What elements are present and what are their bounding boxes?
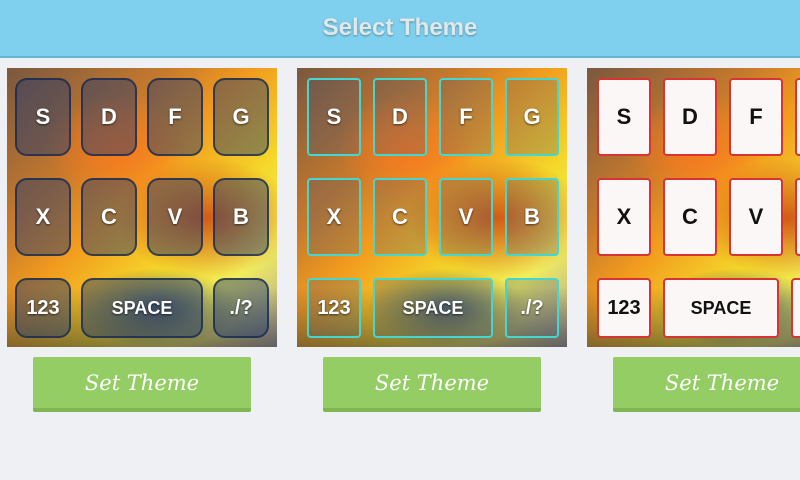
key-s: S — [15, 78, 71, 156]
set-theme-button-3[interactable]: Set Theme — [613, 357, 800, 412]
key-space: SPACE — [663, 278, 779, 338]
key-b: B — [505, 178, 559, 256]
key-f: F — [147, 78, 203, 156]
key-punct: ./? — [791, 278, 800, 338]
key-c: C — [81, 178, 137, 256]
key-v: V — [147, 178, 203, 256]
key-b: B — [213, 178, 269, 256]
key-numbers: 123 — [597, 278, 651, 338]
key-numbers: 123 — [15, 278, 71, 338]
key-d: D — [373, 78, 427, 156]
key-g: G — [505, 78, 559, 156]
set-theme-button-1[interactable]: Set Theme — [33, 357, 251, 412]
key-b: B — [795, 178, 800, 256]
key-space: SPACE — [373, 278, 493, 338]
key-space: SPACE — [81, 278, 203, 338]
key-d: D — [81, 78, 137, 156]
key-g: G — [213, 78, 269, 156]
key-x: X — [307, 178, 361, 256]
theme-preview-1[interactable]: S D F G X C V B 123 SPACE ./? — [7, 68, 277, 347]
header-bar: Select Theme — [0, 0, 800, 58]
key-c: C — [663, 178, 717, 256]
page-title: Select Theme — [322, 14, 478, 41]
key-punct: ./? — [505, 278, 559, 338]
key-c: C — [373, 178, 427, 256]
key-s: S — [597, 78, 651, 156]
key-g: G — [795, 78, 800, 156]
key-punct: ./? — [213, 278, 269, 338]
key-s: S — [307, 78, 361, 156]
key-f: F — [729, 78, 783, 156]
key-numbers: 123 — [307, 278, 361, 338]
key-d: D — [663, 78, 717, 156]
theme-preview-2[interactable]: S D F G X C V B 123 SPACE ./? — [297, 68, 567, 347]
key-x: X — [15, 178, 71, 256]
set-theme-button-2[interactable]: Set Theme — [323, 357, 541, 412]
key-x: X — [597, 178, 651, 256]
theme-preview-3[interactable]: S D F G X C V B 123 SPACE ./? — [587, 68, 800, 347]
key-v: V — [729, 178, 783, 256]
key-v: V — [439, 178, 493, 256]
key-f: F — [439, 78, 493, 156]
